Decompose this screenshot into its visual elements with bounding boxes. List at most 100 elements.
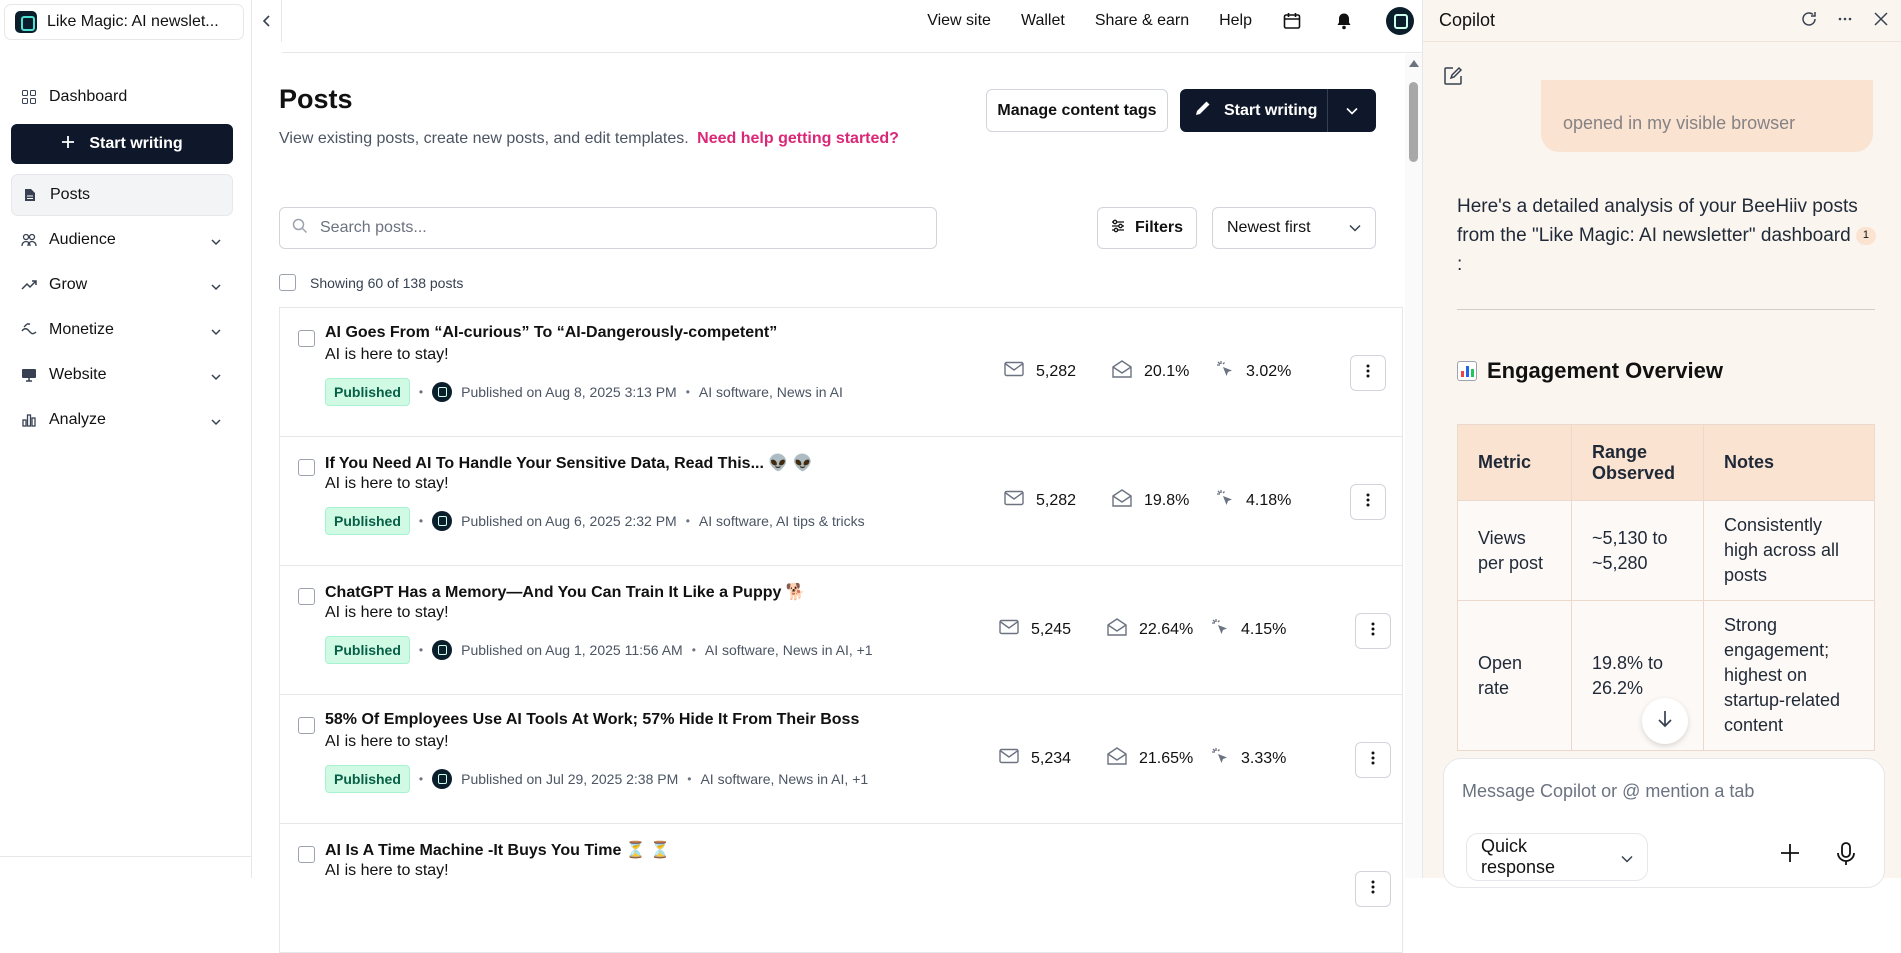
post-title[interactable]: 58% Of Employees Use AI Tools At Work; 5… [325, 711, 859, 729]
sidebar-item-label: Monetize [49, 321, 114, 338]
post-stats: 5,282 19.8% 4.18% [1004, 489, 1291, 512]
collapse-sidebar-button[interactable] [252, 0, 282, 42]
filters-button[interactable]: Filters [1097, 207, 1197, 249]
post-row[interactable]: AI Goes From “AI-curious” To “AI-Dangero… [279, 308, 1403, 437]
sidebar-start-writing-button[interactable]: Start writing [11, 124, 233, 164]
table-cell: Strong engagement; highest on startup-re… [1703, 600, 1875, 751]
post-row[interactable]: AI Is A Time Machine -It Buys You Time ⏳… [279, 824, 1403, 953]
sidebar-divider [0, 856, 252, 857]
sidebar-item-dashboard[interactable]: Dashboard [11, 76, 233, 118]
post-title[interactable]: AI Is A Time Machine -It Buys You Time ⏳… [325, 840, 670, 860]
click-icon [1211, 618, 1229, 641]
post-row[interactable]: ChatGPT Has a Memory—And You Can Train I… [279, 566, 1403, 695]
bar-chart-icon [21, 412, 37, 428]
post-checkbox[interactable] [298, 330, 315, 347]
microphone-icon[interactable] [1834, 841, 1858, 872]
new-chat-icon[interactable] [1443, 66, 1463, 91]
view-site-link[interactable]: View site [927, 12, 991, 30]
manage-content-tags-button[interactable]: Manage content tags [986, 89, 1168, 132]
help-link[interactable]: Help [1219, 12, 1252, 30]
post-tags: AI software, AI tips & tricks [698, 513, 865, 529]
envelope-icon [999, 619, 1019, 640]
help-getting-started-link[interactable]: Need help getting started? [697, 130, 899, 147]
sidebar-item-audience[interactable]: Audience [11, 219, 233, 261]
post-more-button[interactable] [1350, 355, 1386, 391]
separator-dot: • [418, 643, 424, 657]
copilot-title: Copilot [1439, 10, 1496, 30]
post-row[interactable]: 58% Of Employees Use AI Tools At Work; 5… [279, 695, 1403, 824]
search-posts[interactable] [279, 207, 937, 249]
sidebar-item-analyze[interactable]: Analyze [11, 399, 233, 441]
sidebar: Like Magic: AI newslet... Dashboard Star… [0, 0, 252, 878]
click-icon [1211, 747, 1229, 770]
table-header: Range Observed [1571, 424, 1704, 501]
chevron-down-icon [211, 323, 221, 341]
select-all-checkbox[interactable] [279, 274, 296, 291]
table-header-row: Metric Range Observed Notes [1457, 424, 1875, 501]
trend-icon [21, 277, 37, 293]
sidebar-item-website[interactable]: Website [11, 354, 233, 396]
post-checkbox[interactable] [298, 588, 315, 605]
scroll-down-button[interactable] [1642, 698, 1688, 744]
bell-icon[interactable] [1334, 11, 1354, 31]
post-more-button[interactable] [1355, 613, 1391, 649]
top-nav: View site Wallet Share & earn Help [282, 0, 1422, 53]
refresh-icon[interactable] [1800, 10, 1818, 33]
recipients-count: 5,245 [1031, 620, 1072, 638]
user-avatar[interactable] [1386, 7, 1414, 35]
post-tags: AI software, News in AI [698, 384, 843, 400]
search-input[interactable] [320, 219, 900, 237]
sidebar-item-posts[interactable]: Posts [11, 174, 233, 216]
post-checkbox[interactable] [298, 459, 315, 476]
divider [1457, 309, 1875, 310]
post-title[interactable]: If You Need AI To Handle Your Sensitive … [325, 453, 813, 473]
main-scrollbar[interactable] [1405, 54, 1422, 878]
share-earn-link[interactable]: Share & earn [1095, 12, 1189, 30]
calendar-icon[interactable] [1282, 11, 1302, 31]
monitor-icon [21, 367, 37, 383]
status-badge: Published [325, 507, 410, 535]
post-meta: Published • Published on Aug 8, 2025 3:1… [325, 378, 843, 406]
author-avatar [432, 640, 453, 660]
post-title[interactable]: ChatGPT Has a Memory—And You Can Train I… [325, 582, 806, 602]
post-title[interactable]: AI Goes From “AI-curious” To “AI-Dangero… [325, 324, 777, 342]
citation-badge[interactable]: 1 [1855, 226, 1876, 245]
scroll-up-arrow-icon[interactable] [1409, 60, 1419, 67]
page-subtitle: View existing posts, create new posts, a… [279, 130, 899, 148]
separator-dot: • [685, 385, 690, 399]
close-icon[interactable] [1872, 10, 1890, 33]
post-more-button[interactable] [1355, 871, 1391, 907]
search-icon [292, 218, 308, 239]
plus-icon[interactable] [1778, 841, 1802, 870]
post-more-button[interactable] [1355, 742, 1391, 778]
post-more-button[interactable] [1350, 484, 1386, 520]
quick-response-dropdown[interactable]: Quick response [1466, 833, 1648, 881]
post-checkbox[interactable] [298, 846, 315, 863]
scroll-thumb[interactable] [1409, 82, 1418, 162]
showing-row: Showing 60 of 138 posts [279, 274, 463, 291]
post-stats: 5,282 20.1% 3.02% [1004, 360, 1291, 383]
more-vertical-icon [1371, 622, 1375, 641]
post-checkbox[interactable] [298, 717, 315, 734]
author-avatar [432, 382, 453, 402]
sidebar-item-grow[interactable]: Grow [11, 264, 233, 306]
more-horizontal-icon[interactable] [1836, 10, 1854, 33]
separator-dot: • [418, 385, 424, 399]
table-header: Metric [1457, 424, 1572, 501]
author-avatar [432, 769, 453, 789]
sort-value: Newest first [1227, 219, 1311, 236]
sort-select[interactable]: Newest first [1212, 207, 1376, 249]
envelope-open-icon [1107, 747, 1127, 770]
publication-switcher[interactable]: Like Magic: AI newslet... [4, 4, 244, 40]
start-writing-button[interactable]: Start writing [1180, 89, 1328, 132]
post-stats: 5,234 21.65% 3.33% [999, 747, 1286, 770]
post-row[interactable]: If You Need AI To Handle Your Sensitive … [279, 437, 1403, 566]
start-writing-dropdown[interactable] [1328, 102, 1376, 120]
publication-logo [15, 11, 37, 33]
wallet-link[interactable]: Wallet [1021, 12, 1065, 30]
sidebar-item-monetize[interactable]: Monetize [11, 309, 233, 351]
copilot-message-input[interactable] [1462, 781, 1862, 802]
monetize-icon [21, 322, 37, 338]
separator-dot: • [418, 772, 424, 786]
table-row: Views per post ~5,130 to ~5,280 Consiste… [1457, 500, 1875, 601]
